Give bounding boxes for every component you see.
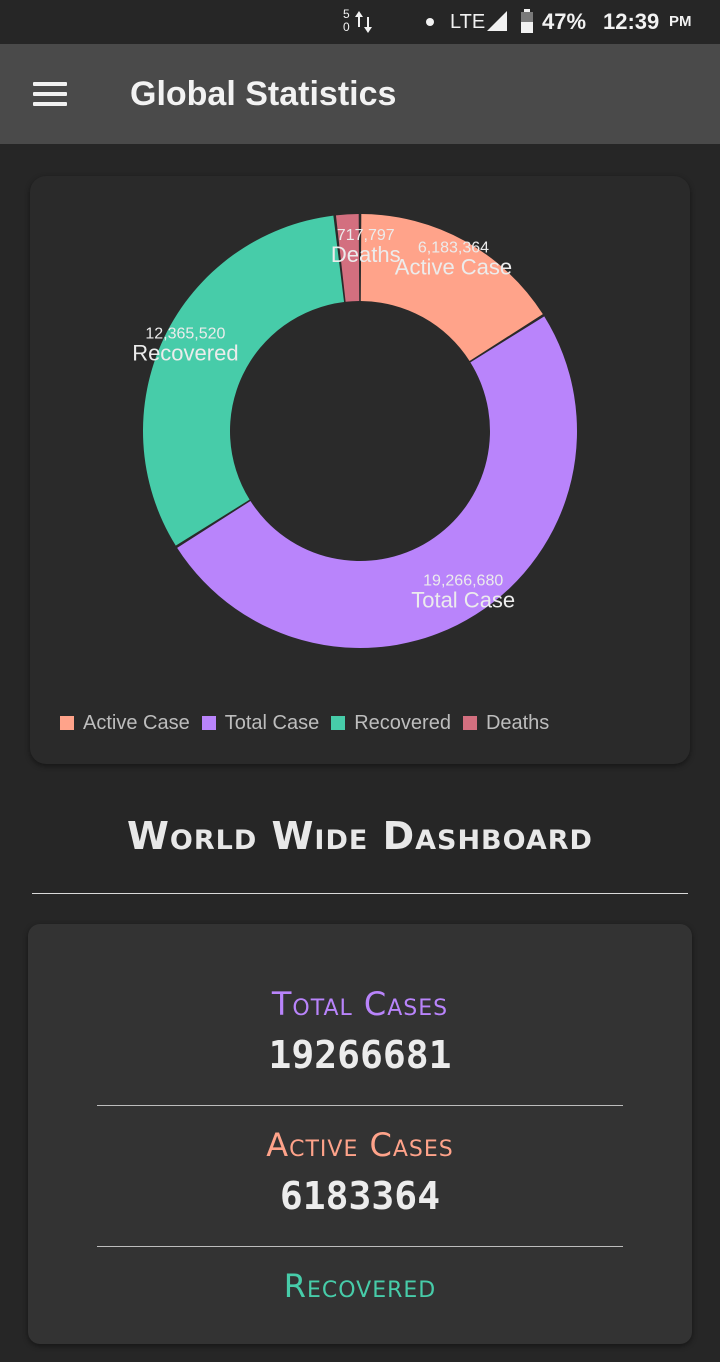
stat-label: Active Cases: [266, 1126, 454, 1164]
legend-label: Total Case: [224, 711, 320, 734]
battery-percent: 47%: [542, 9, 587, 34]
divider: [32, 893, 688, 894]
legend-swatch: [331, 716, 346, 730]
data-down-count: 0: [343, 20, 350, 34]
hamburger-menu-icon[interactable]: [24, 72, 76, 116]
clock-ampm: PM: [669, 13, 692, 30]
app-bar: Global Statistics: [0, 44, 720, 144]
stat-total-cases: Total Cases 19266681: [28, 984, 692, 1080]
stat-value: [28, 1312, 692, 1362]
legend-swatch: [201, 716, 216, 730]
legend-item[interactable]: Total Case: [201, 711, 320, 735]
chart-card: 6,183,364 Active Case 19,266,680 Total Case…: [30, 176, 690, 764]
slice-name-label: Recovered: [132, 341, 238, 366]
slice-name-label: Deaths: [331, 242, 401, 267]
slice-name-label: Active Case: [395, 255, 512, 280]
slice-name-label: Total Case: [411, 588, 515, 613]
dashboard-title: World Wide Dashboard: [127, 814, 593, 858]
data-up-count: 5: [343, 7, 350, 21]
legend-item[interactable]: Recovered: [331, 712, 451, 735]
stat-label: Recovered: [283, 1267, 437, 1305]
stat-value: 6183364: [279, 1174, 441, 1218]
legend-label: Deaths: [485, 711, 550, 734]
clock-time: 12:39: [603, 9, 660, 34]
donut-slice-recovered[interactable]: [143, 215, 345, 546]
notification-dot-icon: [426, 0, 436, 44]
divider: [97, 1246, 623, 1247]
network-type: LTE: [450, 11, 486, 33]
legend-swatch: [60, 716, 74, 730]
legend-item[interactable]: Active Case: [60, 712, 190, 735]
stat-active-cases: Active Cases 6183364: [28, 1125, 692, 1221]
legend-label: Active Case: [83, 711, 190, 734]
stat-value: 19266681: [268, 1033, 452, 1077]
data-activity-icon: 5 0: [342, 0, 378, 44]
status-bar: 5 0 LTE 47% 12:39 PM: [0, 0, 720, 44]
legend-label: Recovered: [354, 711, 451, 734]
stat-recovered: Recovered: [28, 1266, 692, 1362]
divider: [97, 1105, 623, 1106]
page-title: Global Statistics: [130, 75, 397, 113]
stats-card: Total Cases 19266681 Active Cases 618336…: [28, 924, 692, 1344]
stat-label: Total Cases: [271, 985, 449, 1023]
legend-item[interactable]: Deaths: [462, 711, 550, 735]
chart-legend: Active Case Total Case Recovered Deaths: [60, 708, 561, 738]
donut-chart[interactable]: 6,183,364Active Case19,266,680Total Case…: [30, 176, 690, 696]
legend-swatch: [462, 716, 477, 730]
